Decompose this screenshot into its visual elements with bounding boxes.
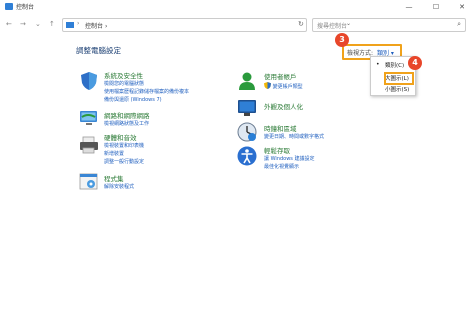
category-hardware-sound[interactable]: 硬體和音效 bbox=[104, 132, 137, 142]
clock-icon[interactable] bbox=[237, 122, 257, 142]
control-panel-icon bbox=[5, 3, 13, 10]
category-ease-of-access[interactable]: 輕鬆存取 bbox=[264, 145, 290, 155]
breadcrumb-separator: › bbox=[77, 20, 80, 27]
category-system-security[interactable]: 系統及安全性 bbox=[104, 70, 143, 80]
link-devices-printers[interactable]: 檢視裝置和印表機 bbox=[104, 142, 144, 149]
user-icon[interactable] bbox=[237, 71, 257, 91]
minimize-button[interactable]: — bbox=[402, 2, 416, 12]
forward-button[interactable]: → bbox=[20, 20, 26, 28]
category-network-internet[interactable]: 網路和網際網路 bbox=[104, 110, 150, 120]
back-button[interactable]: ← bbox=[6, 20, 12, 28]
link-uninstall-program[interactable]: 解除安裝程式 bbox=[104, 183, 134, 190]
link-mobility-settings[interactable]: 調整一般行動設定 bbox=[104, 158, 144, 165]
category-clock-region[interactable]: 時鐘和區域 bbox=[264, 123, 297, 133]
maximize-button[interactable]: ☐ bbox=[429, 2, 443, 12]
category-user-accounts[interactable]: 使用者帳戶 bbox=[264, 71, 297, 81]
breadcrumb-label: 控制台 bbox=[85, 23, 104, 30]
search-icon[interactable]: ⌕ bbox=[457, 20, 461, 29]
link-optimize-visual-display[interactable]: 最佳化視覺顯示 bbox=[264, 163, 299, 170]
link-change-date-time-format[interactable]: 變更日期、時間或數字格式 bbox=[264, 133, 324, 140]
shield-icon[interactable] bbox=[79, 71, 99, 91]
category-appearance-personalization[interactable]: 外觀及個人化 bbox=[264, 101, 303, 111]
page-title: 調整電腦設定 bbox=[76, 46, 121, 55]
step-badge-3: 3 bbox=[335, 33, 349, 47]
printer-icon[interactable] bbox=[79, 135, 99, 155]
menu-item-category[interactable]: 類別(C) bbox=[385, 61, 404, 69]
link-file-history[interactable]: 使用檔案歷程記錄儲存檔案的備份複本 bbox=[104, 88, 189, 95]
appearance-icon[interactable] bbox=[237, 98, 257, 118]
programs-icon[interactable] bbox=[79, 172, 99, 192]
window-title: 控制台 bbox=[16, 4, 35, 11]
breadcrumb-control-panel[interactable]: 控制台 › bbox=[85, 21, 107, 30]
accessibility-icon[interactable] bbox=[237, 146, 257, 166]
search-input[interactable]: 搜尋控制台 ⌕ bbox=[312, 18, 466, 32]
network-icon[interactable] bbox=[79, 108, 99, 128]
link-network-status[interactable]: 檢視網路狀態及工作 bbox=[104, 120, 149, 127]
large-icons-highlight bbox=[384, 72, 414, 85]
recent-dropdown-button[interactable]: ⌄ bbox=[35, 20, 41, 28]
uac-shield-icon bbox=[264, 82, 271, 89]
link-change-account-type[interactable]: 變更帳戶類型 bbox=[264, 82, 303, 90]
link-add-device[interactable]: 新增裝置 bbox=[104, 150, 124, 157]
breadcrumb-end-separator: › bbox=[104, 23, 108, 30]
link-backup-restore[interactable]: 備份與還原 (Windows 7) bbox=[104, 96, 162, 103]
address-bar[interactable]: › 控制台 › ⌄ bbox=[62, 18, 351, 32]
title-bar: 控制台 — ☐ ✕ bbox=[0, 0, 474, 14]
control-panel-icon bbox=[66, 22, 74, 28]
link-label: 變更帳戶類型 bbox=[272, 84, 303, 90]
selected-dot-icon: • bbox=[376, 61, 380, 68]
link-review-status[interactable]: 檢閱您的電腦狀態 bbox=[104, 80, 144, 87]
menu-item-small-icons[interactable]: 小圖示(S) bbox=[385, 85, 409, 93]
category-programs[interactable]: 程式集 bbox=[104, 173, 124, 183]
link-windows-suggest-settings[interactable]: 讓 Windows 建議設定 bbox=[264, 155, 315, 162]
step-badge-4: 4 bbox=[408, 56, 422, 70]
search-placeholder: 搜尋控制台 bbox=[317, 23, 348, 30]
up-button[interactable]: ↑ bbox=[49, 20, 55, 28]
refresh-button[interactable]: ↻ bbox=[298, 20, 304, 28]
close-button[interactable]: ✕ bbox=[455, 2, 469, 12]
